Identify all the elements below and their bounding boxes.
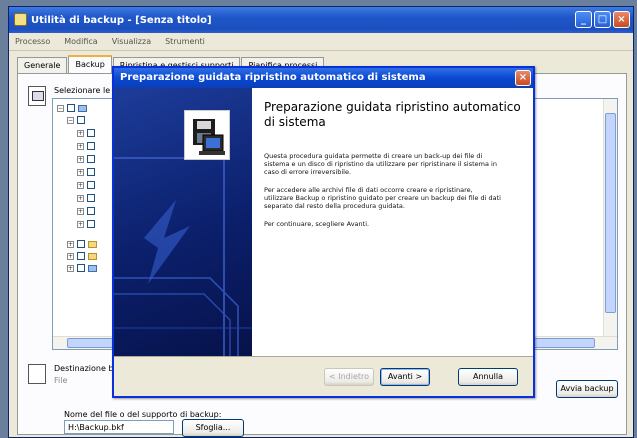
tree-checkbox[interactable] bbox=[77, 116, 85, 124]
wizard-title-bar[interactable]: Preparazione guidata ripristino automati… bbox=[114, 68, 533, 88]
tree-item[interactable]: + bbox=[77, 180, 95, 190]
tree-item[interactable]: + bbox=[67, 251, 97, 261]
cancel-button[interactable]: Annulla bbox=[458, 368, 518, 386]
tree-item[interactable]: + bbox=[77, 219, 95, 229]
tree-item[interactable]: + bbox=[77, 128, 95, 138]
tree-checkbox[interactable] bbox=[87, 207, 95, 215]
backup-app-icon bbox=[14, 13, 27, 26]
tree-checkbox[interactable] bbox=[67, 104, 75, 112]
tree-checkbox[interactable] bbox=[87, 220, 95, 228]
vertical-scroll-thumb[interactable] bbox=[605, 113, 616, 313]
tab-backup[interactable]: Backup bbox=[68, 55, 112, 73]
tree-checkbox[interactable] bbox=[87, 142, 95, 150]
wizard-heading: Preparazione guidata ripristino automati… bbox=[264, 100, 521, 129]
tree-checkbox[interactable] bbox=[87, 155, 95, 163]
expand-icon[interactable]: + bbox=[67, 252, 74, 260]
minimize-icon[interactable]: _ bbox=[575, 11, 592, 28]
expand-icon[interactable]: + bbox=[77, 155, 84, 163]
main-window-title: Utilità di backup - [Senza titolo] bbox=[31, 14, 212, 26]
tree-item[interactable]: + bbox=[77, 193, 95, 203]
expand-icon[interactable]: + bbox=[67, 240, 74, 248]
main-title-bar[interactable]: Utilità di backup - [Senza titolo] _ □ × bbox=[9, 7, 633, 33]
start-backup-button[interactable]: Avvia backup bbox=[556, 380, 618, 398]
expand-icon[interactable]: + bbox=[77, 207, 84, 215]
folder-icon bbox=[88, 252, 97, 260]
expand-icon[interactable]: + bbox=[77, 181, 84, 189]
menu-item-visualizza[interactable]: Visualizza bbox=[112, 37, 151, 46]
collapse-icon[interactable]: − bbox=[57, 104, 64, 112]
tree-item[interactable]: + bbox=[77, 154, 95, 164]
expand-icon[interactable]: + bbox=[77, 194, 84, 202]
expand-icon[interactable]: + bbox=[67, 264, 74, 272]
menu-item-strumenti[interactable]: Strumenti bbox=[165, 37, 205, 46]
menu-item-processo[interactable]: Processo bbox=[15, 37, 50, 46]
tree-checkbox[interactable] bbox=[77, 240, 85, 248]
collapse-icon[interactable]: − bbox=[67, 116, 74, 124]
wizard-title: Preparazione guidata ripristino automati… bbox=[120, 72, 426, 83]
wizard-content: Preparazione guidata ripristino automati… bbox=[264, 100, 524, 228]
tree-item[interactable]: + bbox=[77, 206, 95, 216]
tree-checkbox[interactable] bbox=[87, 129, 95, 137]
backup-floppy-computer-icon bbox=[184, 110, 230, 160]
wizard-paragraph-1: Questa procedura guidata permette di cre… bbox=[264, 152, 497, 176]
network-icon bbox=[88, 264, 97, 272]
tree-item[interactable]: + bbox=[77, 141, 95, 151]
tree-item[interactable]: − bbox=[67, 115, 85, 125]
maximize-icon[interactable]: □ bbox=[594, 11, 611, 28]
asr-wizard-dialog: Preparazione guidata ripristino automati… bbox=[112, 66, 535, 398]
tree-checkbox[interactable] bbox=[77, 252, 85, 260]
next-button[interactable]: Avanti > bbox=[380, 368, 430, 386]
wizard-side-banner bbox=[114, 88, 252, 358]
browse-button[interactable]: Sfoglia... bbox=[182, 419, 244, 437]
tree-checkbox[interactable] bbox=[77, 264, 85, 272]
folder-icon bbox=[88, 240, 97, 248]
menu-bar: Processo Modifica Visualizza Strumenti bbox=[9, 33, 633, 51]
selection-icon bbox=[28, 86, 46, 106]
backup-name-label: Nome del file o del supporto di backup: bbox=[64, 410, 222, 419]
wizard-paragraph-3: Per continuare, scegliere Avanti. bbox=[264, 220, 370, 228]
wizard-paragraph-2: Per accedere alle archivi file di dati o… bbox=[264, 186, 501, 210]
tab-generale[interactable]: Generale bbox=[17, 57, 68, 73]
expand-icon[interactable]: + bbox=[77, 129, 84, 137]
expand-icon[interactable]: + bbox=[77, 142, 84, 150]
close-icon[interactable]: × bbox=[613, 11, 630, 28]
back-button[interactable]: < Indietro bbox=[324, 368, 374, 386]
tree-item[interactable]: − bbox=[57, 103, 87, 113]
tree-checkbox[interactable] bbox=[87, 194, 95, 202]
expand-icon[interactable]: + bbox=[77, 220, 84, 228]
destination-icon bbox=[28, 364, 46, 384]
backup-name-input[interactable] bbox=[64, 420, 174, 434]
tree-checkbox[interactable] bbox=[87, 181, 95, 189]
tree-item[interactable]: + bbox=[67, 239, 97, 249]
wizard-banner-graphic bbox=[114, 157, 252, 356]
tree-checkbox[interactable] bbox=[87, 168, 95, 176]
vertical-scrollbar[interactable] bbox=[603, 99, 617, 349]
tree-item[interactable]: + bbox=[67, 263, 97, 273]
desktop-icon bbox=[78, 104, 87, 112]
destination-value[interactable]: File bbox=[54, 376, 67, 385]
expand-icon[interactable]: + bbox=[77, 168, 84, 176]
wizard-button-bar: < Indietro Avanti > Annulla bbox=[114, 356, 533, 396]
wizard-close-icon[interactable]: × bbox=[515, 70, 531, 86]
menu-item-modifica[interactable]: Modifica bbox=[64, 37, 97, 46]
tree-item[interactable]: + bbox=[77, 167, 95, 177]
